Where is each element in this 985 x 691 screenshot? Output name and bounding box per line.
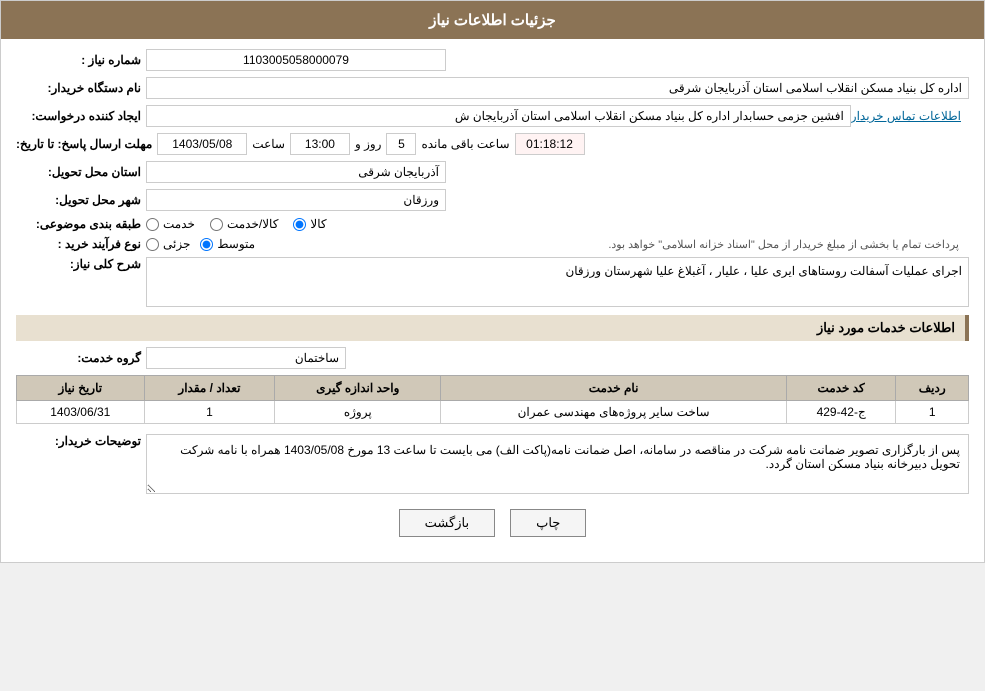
cell-code-1: ج-42-429 — [786, 401, 895, 424]
buyer-desc-row: توضیحات خریدار: — [16, 434, 969, 494]
buyer-org-label: نام دستگاه خریدار: — [16, 81, 146, 95]
classification-kala-label: کالا — [310, 217, 326, 231]
col-unit: واحد اندازه گیری — [275, 376, 441, 401]
process-option-motvaset: متوسط — [200, 237, 255, 251]
delivery-city-value: ورزقان — [146, 189, 446, 211]
table-header-row: ردیف کد خدمت نام خدمت واحد اندازه گیری ت… — [17, 376, 969, 401]
process-radio-jozvi[interactable] — [146, 238, 159, 251]
classification-options: خدمت کالا/خدمت کالا — [146, 217, 327, 231]
delivery-city-row: شهر محل تحویل: ورزقان — [16, 189, 969, 211]
process-option-jozvi: جزئی — [146, 237, 190, 251]
process-row: نوع فرآیند خرید : جزئی متوسط پرداخت تمام… — [16, 237, 969, 251]
reply-time-value: 13:00 — [290, 133, 350, 155]
services-section-title: اطلاعات خدمات مورد نیاز — [16, 315, 969, 341]
buyer-org-value: اداره کل بنیاد مسکن انقلاب اسلامی استان … — [146, 77, 969, 99]
process-radio-motvaset[interactable] — [200, 238, 213, 251]
classification-khidmat-label: خدمت — [163, 217, 195, 231]
creator-row: ایجاد کننده درخواست: افشین جزمی حسابدار … — [16, 105, 969, 127]
reply-days-label: روز و — [355, 137, 382, 151]
col-row: ردیف — [896, 376, 969, 401]
service-group-label: گروه خدمت: — [16, 351, 146, 365]
cell-unit-1: پروژه — [275, 401, 441, 424]
buyer-desc-textarea[interactable] — [146, 434, 969, 494]
print-button[interactable]: چاپ — [510, 509, 586, 537]
classification-option-kala-khidmat: کالا/خدمت — [210, 217, 278, 231]
reply-deadline-label: مهلت ارسال پاسخ: تا تاریخ: — [16, 137, 157, 151]
process-desc: پرداخت تمام یا بخشی از مبلغ خریدار از مح… — [553, 238, 960, 251]
buyer-desc-label: توضیحات خریدار: — [16, 434, 146, 448]
delivery-province-label: استان محل تحویل: — [16, 165, 146, 179]
need-desc-row: شرح کلی نیاز: — [16, 257, 969, 307]
contact-link[interactable]: اطلاعات تماس خریدار — [851, 109, 961, 123]
need-desc-label: شرح کلی نیاز: — [16, 257, 146, 271]
content-area: شماره نیاز : 1103005058000079 نام دستگاه… — [1, 39, 984, 562]
back-button[interactable]: بازگشت — [399, 509, 495, 537]
page-title: جزئیات اطلاعات نیاز — [429, 12, 556, 29]
classification-row: طبقه بندی موضوعی: خدمت کالا/خدمت کالا — [16, 217, 969, 231]
delivery-city-label: شهر محل تحویل: — [16, 193, 146, 207]
need-number-label: شماره نیاز : — [16, 53, 146, 67]
buyer-org-row: نام دستگاه خریدار: اداره کل بنیاد مسکن ا… — [16, 77, 969, 99]
reply-remaining-value: 01:18:12 — [515, 133, 585, 155]
reply-date-value: 1403/05/08 — [157, 133, 247, 155]
classification-radio-khidmat[interactable] — [146, 218, 159, 231]
process-jozvi-label: جزئی — [163, 237, 190, 251]
reply-deadline-fields: 1403/05/08 ساعت 13:00 روز و 5 ساعت باقی … — [157, 133, 969, 155]
cell-name-1: ساخت سایر پروژه‌های مهندسی عمران — [441, 401, 787, 424]
reply-days-value: 5 — [386, 133, 416, 155]
classification-kala-khidmat-label: کالا/خدمت — [227, 217, 278, 231]
col-qty: تعداد / مقدار — [144, 376, 275, 401]
buttons-row: بازگشت چاپ — [16, 509, 969, 537]
process-label: نوع فرآیند خرید : — [16, 237, 146, 251]
creator-value: افشین جزمی حسابدار اداره کل بنیاد مسکن ا… — [146, 105, 851, 127]
service-group-row: گروه خدمت: ساختمان — [16, 347, 969, 369]
table-row: 1 ج-42-429 ساخت سایر پروژه‌های مهندسی عم… — [17, 401, 969, 424]
process-motvaset-label: متوسط — [217, 237, 255, 251]
creator-label: ایجاد کننده درخواست: — [16, 109, 146, 123]
classification-radio-kala[interactable] — [293, 218, 306, 231]
services-table: ردیف کد خدمت نام خدمت واحد اندازه گیری ت… — [16, 375, 969, 424]
classification-option-kala: کالا — [293, 217, 326, 231]
classification-radio-kala-khidmat[interactable] — [210, 218, 223, 231]
page-wrapper: جزئیات اطلاعات نیاز شماره نیاز : 1103005… — [0, 0, 985, 563]
reply-time-label: ساعت — [252, 137, 285, 151]
need-number-value: 1103005058000079 — [146, 49, 446, 71]
col-code: کد خدمت — [786, 376, 895, 401]
col-name: نام خدمت — [441, 376, 787, 401]
need-number-row: شماره نیاز : 1103005058000079 — [16, 49, 969, 71]
cell-qty-1: 1 — [144, 401, 275, 424]
need-desc-textarea[interactable] — [146, 257, 969, 307]
classification-option-khidmat: خدمت — [146, 217, 195, 231]
page-header: جزئیات اطلاعات نیاز — [1, 1, 984, 39]
cell-date-1: 1403/06/31 — [17, 401, 145, 424]
reply-remaining-label: ساعت باقی مانده — [421, 137, 509, 151]
service-group-value: ساختمان — [146, 347, 346, 369]
cell-row-1: 1 — [896, 401, 969, 424]
reply-deadline-row: مهلت ارسال پاسخ: تا تاریخ: 1403/05/08 سا… — [16, 133, 969, 155]
col-date: تاریخ نیاز — [17, 376, 145, 401]
classification-label: طبقه بندی موضوعی: — [16, 217, 146, 231]
delivery-province-row: استان محل تحویل: آذربایجان شرقی — [16, 161, 969, 183]
delivery-province-value: آذربایجان شرقی — [146, 161, 446, 183]
process-radios: جزئی متوسط — [146, 237, 553, 251]
